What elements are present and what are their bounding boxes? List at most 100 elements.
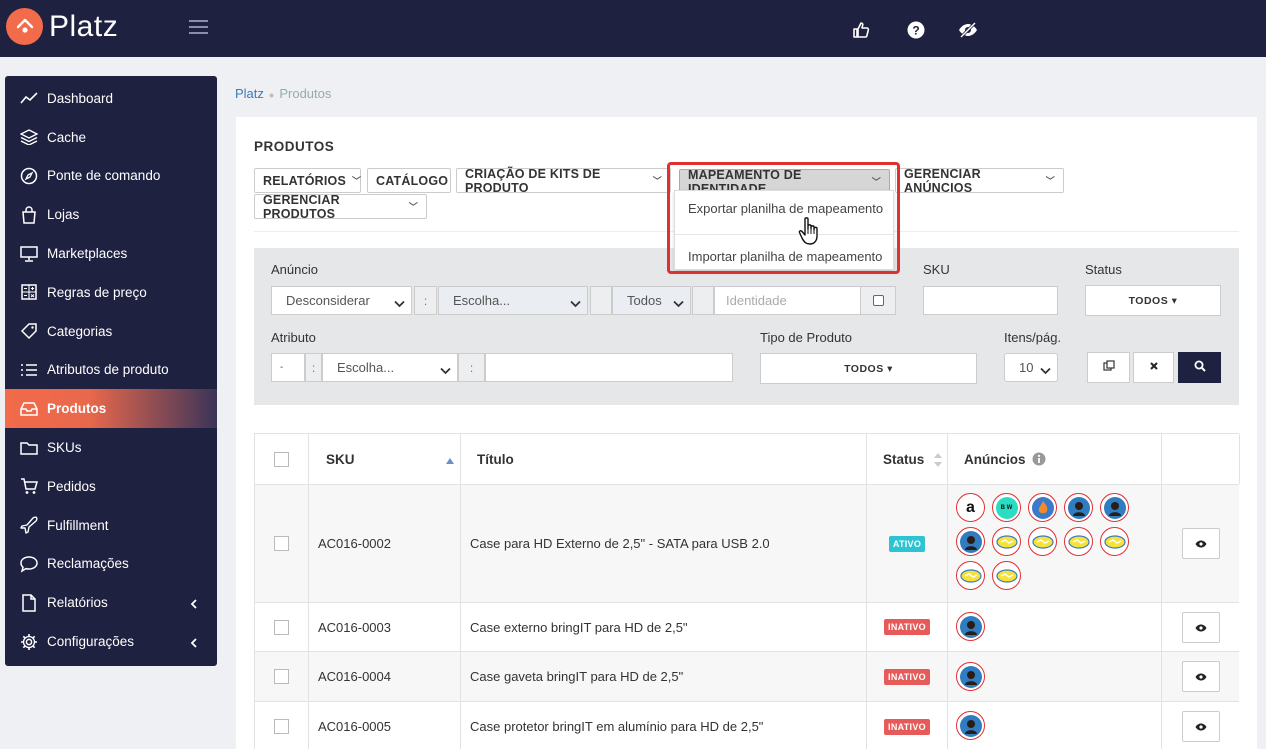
sku-column-header[interactable]: SKU [309,434,461,484]
sidebar-item-fulfillment[interactable]: Fulfillment [5,506,217,545]
product-kits-menu-button[interactable]: CRIAÇÃO DE KITS DE PRODUTO ﹀ [456,167,671,195]
identity-input[interactable]: Identidade [714,286,861,315]
sidebar-item-categorias[interactable]: Categorias [5,312,217,351]
status-cell: ATIVO [867,485,948,602]
sku-cell: AC016-0005 [309,702,461,749]
eye-icon [1195,719,1207,734]
bag-icon [20,206,38,224]
items-per-page-select[interactable]: 10 [1004,353,1058,382]
anuncio-choice-select[interactable]: Escolha... [438,286,588,315]
brand-logo[interactable]: Platz [6,8,118,45]
anuncio-scope-select[interactable]: Todos [612,286,691,315]
atributo-value-input[interactable] [485,353,733,382]
atributo-choice-select[interactable]: Escolha... [322,353,458,382]
row-checkbox[interactable] [274,719,289,734]
avatar-logo-icon[interactable] [1064,493,1093,522]
sort-asc-icon [446,452,454,467]
table-row[interactable]: AC016-0005 Case protetor bringIT em alum… [254,702,1239,749]
handshake-logo-icon[interactable] [1064,527,1093,556]
inbox-icon [20,400,38,418]
view-product-button[interactable] [1182,611,1220,643]
avatar-logo-icon[interactable] [956,711,985,740]
sidebar-item-label: Regras de preço [47,284,147,300]
chevron-down-icon [394,296,405,311]
sidebar-item-pedidos[interactable]: Pedidos [5,467,217,506]
row-checkbox[interactable] [274,536,289,551]
chevron-down-icon: ﹀ [652,176,662,186]
sidebar-item-regras-de-preco[interactable]: Regras de preço [5,273,217,312]
sidebar-item-atributos-de-produto[interactable]: Atributos de produto [5,351,217,390]
clear-filters-button[interactable] [1133,352,1174,383]
sidebar-item-produtos[interactable]: Produtos [5,389,217,429]
search-button[interactable] [1178,352,1221,383]
atributo-small-select[interactable]: - [271,353,305,382]
handshake-logo-icon[interactable] [1028,527,1057,556]
row-checkbox[interactable] [274,619,289,635]
bw-logo-icon[interactable]: B W [992,493,1021,522]
tipo-filter-label: Tipo de Produto [760,330,853,345]
itens-filter-label: Itens/pág. [1004,330,1062,345]
chevron-down-icon: ﹀ [408,202,418,212]
sidebar-item-label: Pedidos [47,478,96,494]
info-icon[interactable] [1032,452,1046,466]
sidebar-item-reclamacoes[interactable]: Reclamações [5,545,217,584]
avatar-logo-icon[interactable] [956,527,985,556]
avatar-logo-icon[interactable] [956,662,985,691]
sidebar-item-relatorios[interactable]: Relatórios [5,583,217,622]
handshake-logo-icon[interactable] [956,561,985,590]
handshake-logo-icon[interactable] [992,527,1021,556]
sidebar-item-dashboard[interactable]: Dashboard [5,79,217,118]
sidebar-item-skus[interactable]: SKUs [5,428,217,467]
sku-input[interactable] [923,286,1058,315]
help-icon[interactable]: ? [906,20,926,40]
identity-checkbox-addon [860,286,896,315]
sidebar-item-label: Relatórios [47,595,108,611]
actions-cell [1162,702,1240,749]
row-checkbox[interactable] [274,669,289,684]
sidebar-item-ponte-de-comando[interactable]: Ponte de comando [5,157,217,196]
hand-cursor-icon [798,216,824,251]
view-product-button[interactable] [1182,711,1220,742]
sidebar-item-label: Ponte de comando [47,168,161,184]
title-cell: Case para HD Externo de 2,5" - SATA para… [461,485,867,602]
handshake-logo-icon[interactable] [1100,527,1129,556]
sidebar-item-cache[interactable]: Cache [5,118,217,157]
monitor-icon [20,245,38,263]
manage-listings-menu-button[interactable]: GERENCIAR ANÚNCIOS ﹀ [895,167,1064,195]
table-row[interactable]: AC016-0004 Case gaveta bringIT para HD d… [254,652,1239,702]
catalog-button[interactable]: CATÁLOGO [367,168,451,193]
tipo-dropdown-button[interactable]: TODOS ▾ [760,353,977,384]
menu-toggle-icon[interactable] [189,20,208,36]
copy-button[interactable] [1087,352,1130,383]
status-column-header[interactable]: Status [867,434,948,484]
sidebar-item-label: Marketplaces [47,246,128,262]
anuncio-mode-select[interactable]: Desconsiderar [271,286,412,315]
sidebar-item-configuracoes[interactable]: Configurações [5,622,217,661]
actions-column-header [1162,434,1240,484]
sidebar-item-marketplaces[interactable]: Marketplaces [5,234,217,273]
breadcrumb-root[interactable]: Platz [235,86,264,101]
sidebar: Dashboard Cache Ponte de comando Lojas M… [5,76,217,666]
sidebar-item-lojas[interactable]: Lojas [5,195,217,234]
logo-mark-icon [6,8,43,45]
identity-checkbox[interactable] [872,295,884,306]
status-dropdown-button[interactable]: TODOS ▾ [1085,285,1221,316]
view-product-button[interactable] [1182,661,1220,692]
table-header-row: SKU Título Status Anúncios [254,433,1240,485]
avatar-logo-icon[interactable] [956,612,985,641]
view-product-button[interactable] [1182,528,1220,559]
flame-logo-icon[interactable] [1028,493,1057,522]
manage-products-menu-button[interactable]: GERENCIAR PRODUTOS ﹀ [254,193,427,221]
amazon-logo-icon[interactable]: a [956,493,985,522]
table-row[interactable]: AC016-0003 Case externo bringIT para HD … [254,603,1239,652]
reports-menu-button[interactable]: RELATÓRIOS ﹀ [254,168,361,193]
thumbs-up-icon[interactable] [851,20,871,40]
handshake-logo-icon[interactable] [992,561,1021,590]
select-all-checkbox[interactable] [274,451,289,467]
row-check-cell [255,652,309,701]
eye-slash-icon[interactable] [957,20,977,40]
sidebar-item-label: SKUs [47,440,82,456]
avatar-logo-icon[interactable] [1100,493,1129,522]
table-row[interactable]: AC016-0002 Case para HD Externo de 2,5" … [254,485,1239,603]
colon-addon: : [414,286,437,315]
